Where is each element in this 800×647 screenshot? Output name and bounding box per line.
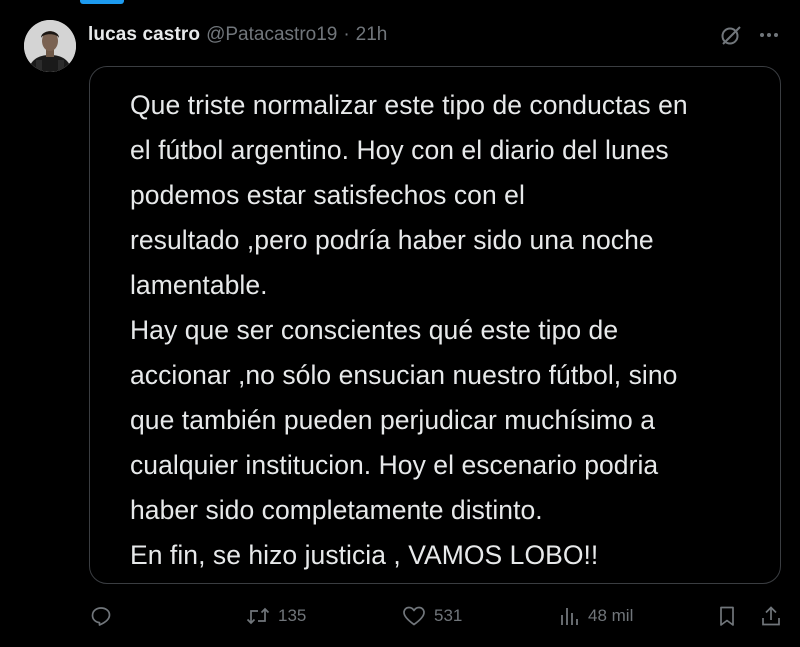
- heart-icon: [403, 606, 425, 626]
- views-button[interactable]: 48 mil: [558, 601, 633, 631]
- accent-bar: [80, 0, 124, 4]
- reply-button[interactable]: [90, 601, 120, 631]
- avatar-image: [24, 20, 76, 72]
- bookmark-icon: [720, 606, 734, 626]
- header-actions: [720, 24, 780, 46]
- reply-icon: [91, 607, 111, 626]
- like-button[interactable]: 531: [402, 601, 462, 631]
- quoted-text-card[interactable]: Que triste normalizar este tipo de condu…: [89, 66, 781, 584]
- retweet-button[interactable]: 135: [246, 601, 306, 631]
- separator-dot: ·: [343, 24, 350, 45]
- tweet-header: lucas castro @Patacastro19 · 21h: [88, 21, 780, 49]
- tweet[interactable]: lucas castro @Patacastro19 · 21h Que tri…: [0, 0, 800, 647]
- user-handle[interactable]: @Patacastro19: [206, 24, 337, 46]
- action-bar: 135 531 48 mil: [88, 601, 782, 631]
- bookmark-button[interactable]: [716, 601, 738, 631]
- timestamp[interactable]: 21h: [356, 24, 388, 46]
- retweet-icon: [246, 607, 270, 625]
- more-icon[interactable]: [758, 24, 780, 46]
- avatar[interactable]: [24, 20, 76, 72]
- views-icon: [561, 608, 578, 625]
- tweet-text: Que triste normalizar este tipo de condu…: [130, 90, 688, 570]
- grok-icon[interactable]: [720, 24, 742, 46]
- retweet-count: 135: [278, 606, 307, 625]
- display-name[interactable]: lucas castro: [88, 24, 200, 46]
- views-count: 48 mil: [588, 606, 634, 625]
- share-button[interactable]: [760, 601, 782, 631]
- share-icon: [762, 606, 780, 626]
- like-count: 531: [434, 606, 463, 625]
